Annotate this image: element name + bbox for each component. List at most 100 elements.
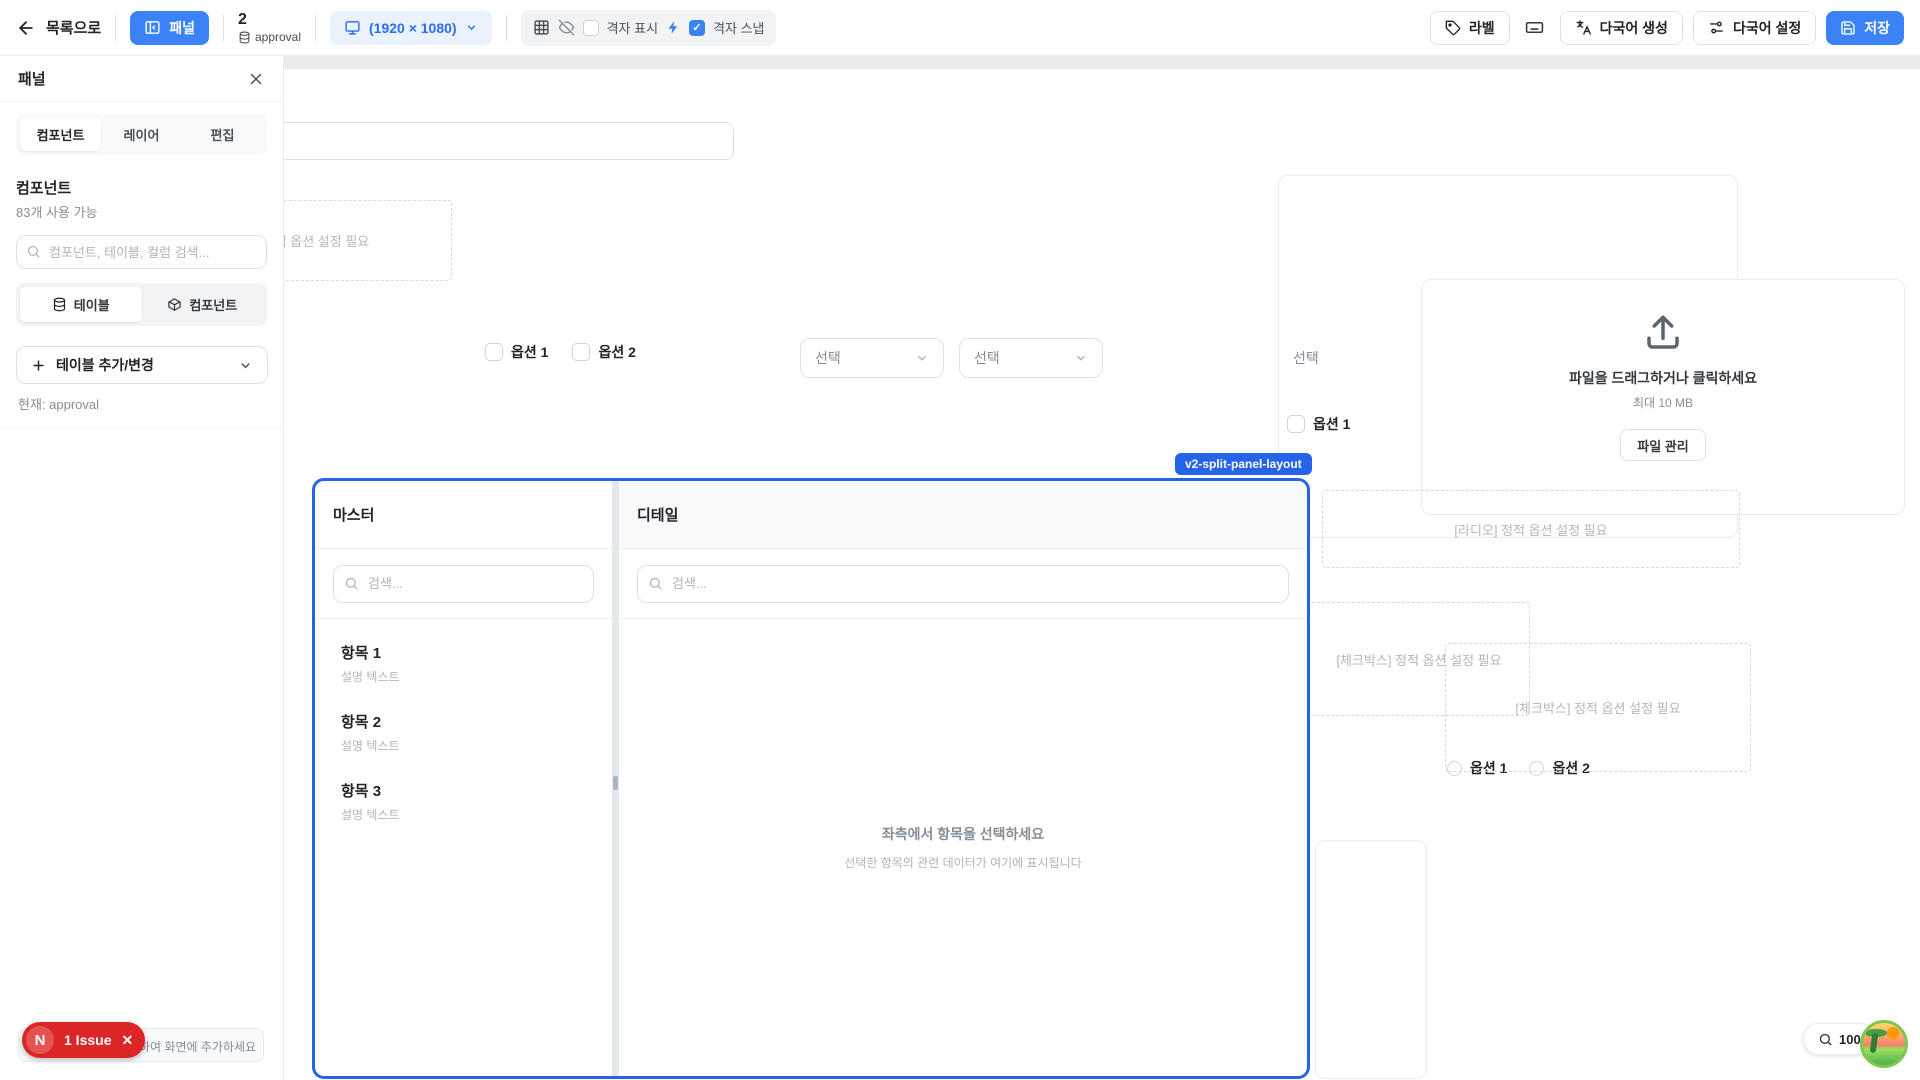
keyboard-shortcuts-button[interactable] xyxy=(1520,13,1550,43)
file-upload-dropzone[interactable]: 파일을 드래그하거나 클릭하세요 최대 10 MB 파일 관리 xyxy=(1421,279,1905,515)
empty-state-title: 좌측에서 항목을 선택하세요 xyxy=(882,824,1044,844)
master-search-input[interactable] xyxy=(333,565,594,603)
checkbox-icon[interactable] xyxy=(1287,415,1305,433)
label-button-text: 라벨 xyxy=(1469,18,1495,38)
checkbox-option-1[interactable]: 옵션 1 xyxy=(485,342,548,362)
component-search-input[interactable] xyxy=(16,235,267,269)
grid-icon xyxy=(533,19,550,36)
tab-edit[interactable]: 편집 xyxy=(182,118,263,151)
card-checkbox-option[interactable]: 옵션 1 xyxy=(1287,414,1350,434)
canvas-side-card[interactable] xyxy=(1315,840,1427,1079)
tag-icon xyxy=(1445,20,1461,36)
grid-snap-label: 격자 스냅 xyxy=(713,18,764,37)
upload-size-limit: 최대 10 MB xyxy=(1633,394,1693,411)
canvas[interactable]: 정적 옵션 설정 필요 옵션 1 옵션 2 선택 선택 선택 옵션 1 파일을 … xyxy=(0,56,1920,1080)
lightning-icon xyxy=(666,20,681,35)
i18n-generate-text: 다국어 생성 xyxy=(1600,18,1668,38)
viewport-size-dropdown[interactable]: (1920 × 1080) xyxy=(330,11,492,45)
master-title: 마스터 xyxy=(333,504,374,525)
placeholder-text: [라디오] 정적 옵션 설정 필요 xyxy=(1454,520,1607,539)
issue-badge[interactable]: N 1 Issue ✕ xyxy=(22,1022,145,1058)
i18n-settings-text: 다국어 설정 xyxy=(1733,18,1801,38)
chevron-down-icon xyxy=(465,21,478,34)
i18n-settings-button[interactable]: 다국어 설정 xyxy=(1693,11,1816,45)
list-item-title: 항목 1 xyxy=(341,642,586,663)
island-widget-icon[interactable] xyxy=(1860,1020,1908,1068)
master-search-row xyxy=(315,549,612,619)
list-item-title: 항목 2 xyxy=(341,711,586,732)
search-icon xyxy=(26,244,41,259)
add-table-label: 테이블 추가/변경 xyxy=(56,355,154,375)
components-count: 83개 사용 가능 xyxy=(16,202,267,221)
divider xyxy=(506,15,507,41)
resize-grip-icon[interactable] xyxy=(613,776,618,790)
checkbox-label: 옵션 1 xyxy=(1313,414,1350,434)
panel-tabs: 컴포넌트 레이어 편집 xyxy=(16,114,267,155)
sliders-icon xyxy=(1708,19,1725,36)
detail-empty-state: 좌측에서 항목을 선택하세요 선택한 항목의 관련 데이터가 여기에 표시됩니다 xyxy=(619,619,1307,1076)
checkbox-option-2[interactable]: 옵션 2 xyxy=(572,342,635,362)
save-button-text: 저장 xyxy=(1864,18,1890,38)
master-list: 항목 1 설명 텍스트 항목 2 설명 텍스트 항목 3 설명 텍스트 xyxy=(315,619,612,846)
list-item[interactable]: 항목 2 설명 텍스트 xyxy=(333,698,594,767)
split-master-pane: 마스터 항목 1 설명 텍스트 항목 2 설명 텍스트 항목 3 xyxy=(315,481,612,1076)
chevron-down-icon xyxy=(238,358,253,373)
canvas-checkbox-placeholder-1[interactable]: [체크박스] 정적 옵션 설정 필요 xyxy=(1308,602,1530,716)
master-header: 마스터 xyxy=(315,481,612,549)
issue-count-label: 1 Issue xyxy=(64,1032,111,1048)
panel-toggle-button[interactable]: 패널 xyxy=(130,11,209,45)
tab-layers[interactable]: 레이어 xyxy=(101,118,182,151)
checkbox-label: 옵션 1 xyxy=(511,342,548,362)
source-tab-table[interactable]: 테이블 xyxy=(20,287,142,322)
search-icon xyxy=(344,576,359,591)
source-tab-table-label: 테이블 xyxy=(74,295,110,314)
keyboard-icon xyxy=(1525,18,1544,37)
canvas-select-2[interactable]: 선택 xyxy=(959,338,1103,378)
left-panel: 패널 컴포넌트 레이어 편집 컴포넌트 83개 사용 가능 테이블 컴포넌트 테 xyxy=(0,56,284,1080)
upload-title: 파일을 드래그하거나 클릭하세요 xyxy=(1569,368,1757,388)
checkbox-icon[interactable] xyxy=(485,343,503,361)
split-resize-handle[interactable] xyxy=(612,481,619,1076)
canvas-top-strip xyxy=(0,56,1920,69)
canvas-select-1[interactable]: 선택 xyxy=(800,338,944,378)
sun-graphic xyxy=(1887,1027,1899,1039)
save-button[interactable]: 저장 xyxy=(1826,11,1904,45)
list-item[interactable]: 항목 3 설명 텍스트 xyxy=(333,767,594,836)
list-item[interactable]: 항목 1 설명 텍스트 xyxy=(333,629,594,698)
divider xyxy=(315,15,316,41)
file-manage-button[interactable]: 파일 관리 xyxy=(1620,429,1705,461)
netlify-logo: N xyxy=(26,1026,54,1054)
detail-search-input[interactable] xyxy=(637,565,1289,603)
grid-show-checkbox[interactable] xyxy=(583,20,599,36)
i18n-generate-button[interactable]: 다국어 생성 xyxy=(1560,11,1683,45)
empty-state-desc: 선택한 항목의 관련 데이터가 여기에 표시됩니다 xyxy=(844,854,1081,871)
issue-badge-close-icon[interactable]: ✕ xyxy=(121,1032,133,1049)
add-table-button[interactable]: 테이블 추가/변경 xyxy=(16,346,268,384)
list-item-title: 항목 3 xyxy=(341,780,586,801)
checkbox-icon[interactable] xyxy=(572,343,590,361)
search-icon xyxy=(648,576,663,591)
canvas-radio-placeholder[interactable]: [라디오] 정적 옵션 설정 필요 xyxy=(1322,490,1740,568)
panel-title: 패널 xyxy=(18,68,46,89)
placeholder-text: [체크박스] 정적 옵션 설정 필요 xyxy=(1336,650,1501,669)
eye-off-icon[interactable] xyxy=(558,19,575,36)
topbar: 목록으로 패널 2 approval (1920 × 1080) 격자 표시 xyxy=(0,0,1920,56)
checkbox-label: 옵션 2 xyxy=(598,342,635,362)
tab-components[interactable]: 컴포넌트 xyxy=(20,118,101,151)
grid-snap-checkbox[interactable]: ✓ xyxy=(689,20,705,36)
upload-icon xyxy=(1642,312,1684,354)
chevron-down-icon xyxy=(1074,351,1088,365)
translate-icon xyxy=(1575,19,1592,36)
plus-icon xyxy=(31,358,46,373)
label-button[interactable]: 라벨 xyxy=(1430,11,1510,45)
cube-icon xyxy=(167,297,182,312)
source-tab-component[interactable]: 컴포넌트 xyxy=(142,287,264,322)
select-value: 선택 xyxy=(974,348,1000,368)
panel-close-button[interactable] xyxy=(247,70,265,88)
components-section-title: 컴포넌트 xyxy=(16,177,267,198)
grid-controls: 격자 표시 ✓ 격자 스냅 xyxy=(521,10,777,46)
list-item-desc: 설명 텍스트 xyxy=(341,806,586,823)
back-button[interactable]: 목록으로 xyxy=(16,17,101,38)
palm-trunk-graphic xyxy=(1870,1033,1879,1054)
split-panel-component[interactable]: 마스터 항목 1 설명 텍스트 항목 2 설명 텍스트 항목 3 xyxy=(312,478,1310,1079)
